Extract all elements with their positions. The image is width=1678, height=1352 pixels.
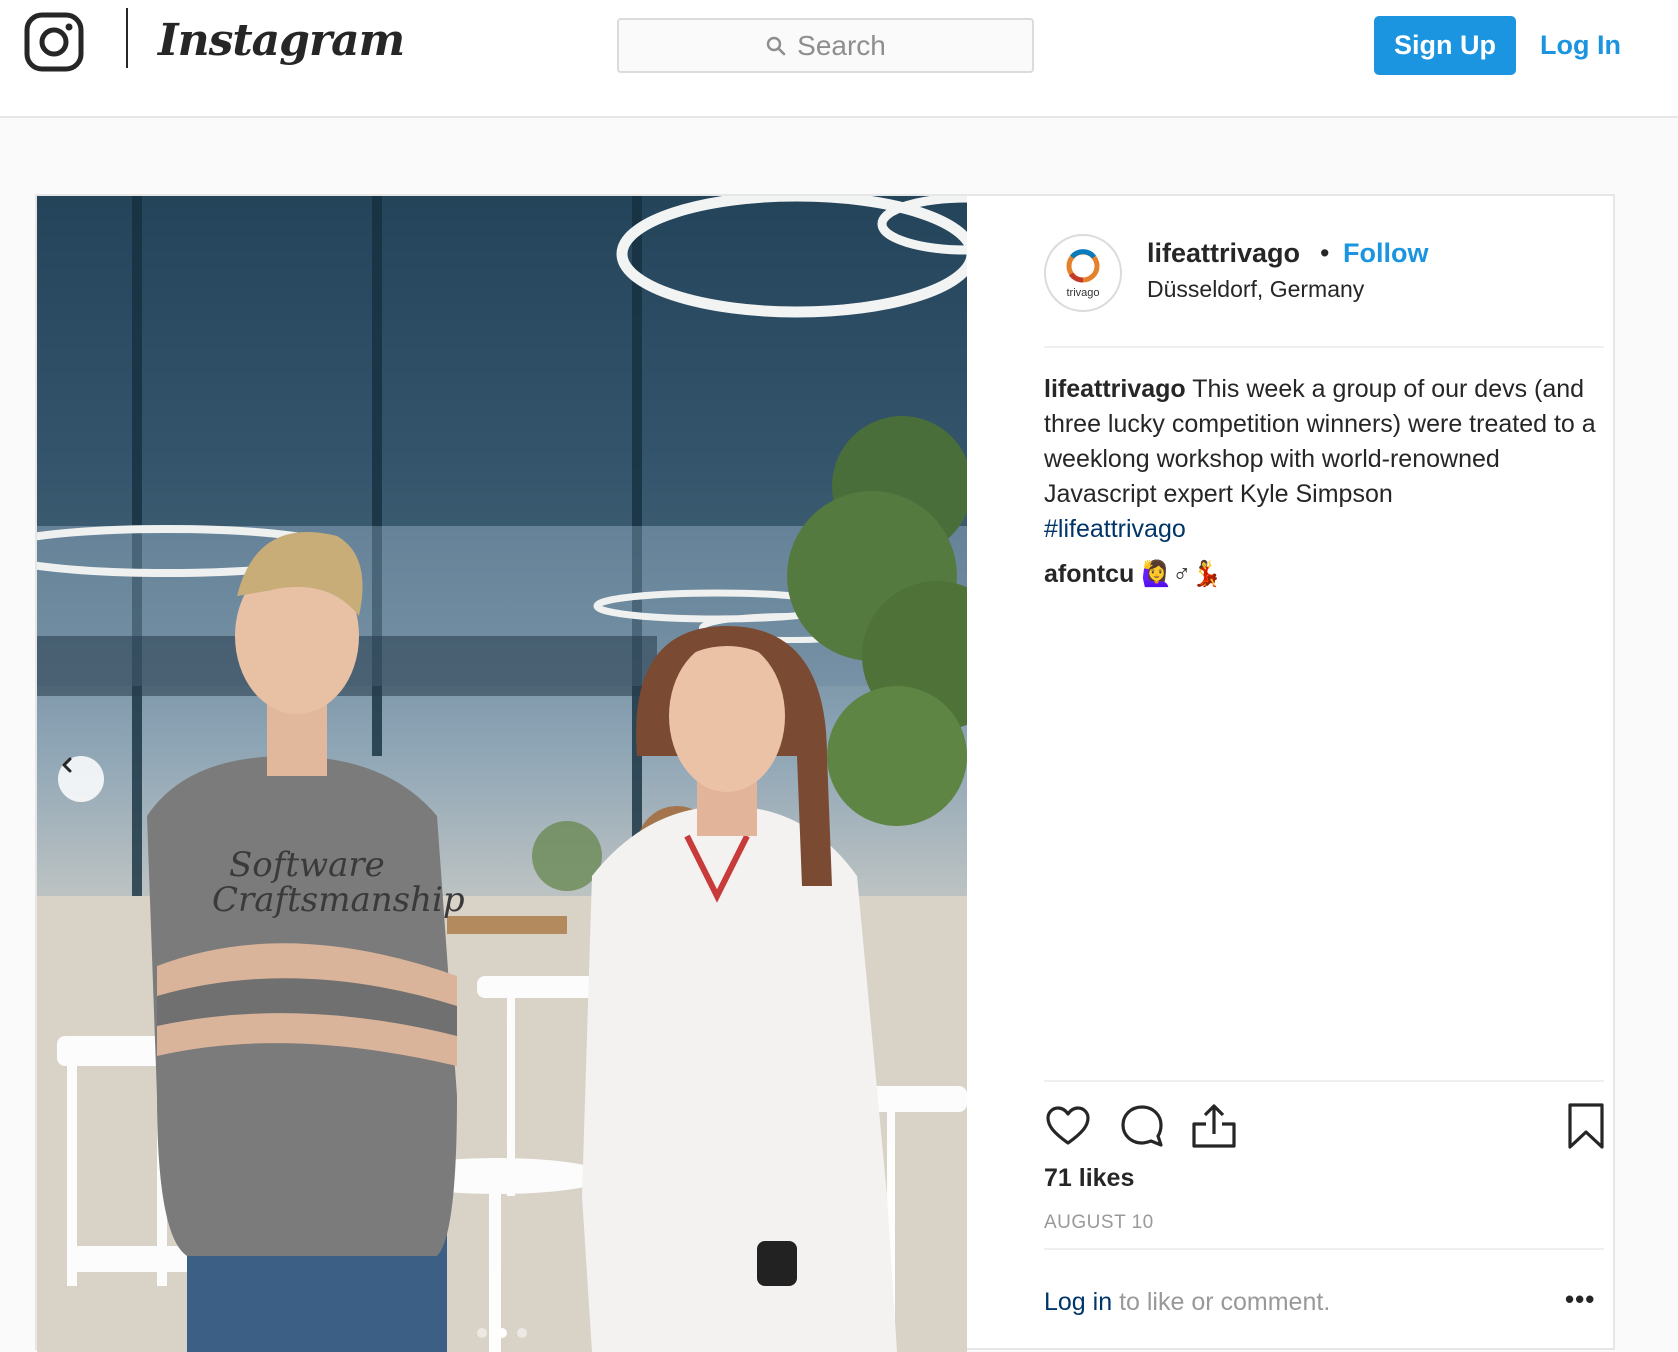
comment-username[interactable]: afontcu bbox=[1044, 560, 1134, 588]
account-username[interactable]: lifeattrivago bbox=[1147, 238, 1300, 269]
post-photo[interactable]: Software Craftsmanship bbox=[37, 196, 967, 1352]
trivago-logo-icon: trivago bbox=[1066, 249, 1100, 299]
post-location[interactable]: Düsseldorf, Germany bbox=[1147, 276, 1364, 303]
svg-text:Craftsmanship: Craftsmanship bbox=[212, 880, 465, 920]
divider bbox=[1044, 1080, 1604, 1082]
follow-button[interactable]: Follow bbox=[1343, 238, 1428, 269]
comment-text: 🙋‍♀️♂💃 bbox=[1141, 560, 1223, 588]
top-navigation-bar: Instagram Search Sign Up Log In bbox=[0, 0, 1678, 118]
log-in-link[interactable]: Log In bbox=[1540, 16, 1621, 75]
post-date[interactable]: AUGUST 10 bbox=[1044, 1212, 1154, 1234]
carousel-dot bbox=[517, 1328, 527, 1338]
svg-text:Software: Software bbox=[229, 845, 385, 885]
brand-divider bbox=[126, 8, 128, 68]
post-caption: lifeattrivago This week a group of our d… bbox=[1044, 372, 1604, 547]
svg-text:trivago: trivago bbox=[1066, 287, 1099, 299]
caption-username[interactable]: lifeattrivago bbox=[1044, 375, 1186, 403]
heart-icon[interactable] bbox=[1044, 1102, 1092, 1150]
post-action-bar bbox=[1044, 1102, 1604, 1152]
carousel-dot bbox=[477, 1328, 487, 1338]
carousel-indicator bbox=[37, 1328, 967, 1338]
more-options-button[interactable]: ••• bbox=[1565, 1284, 1595, 1315]
chevron-left-icon bbox=[62, 757, 72, 773]
instagram-wordmark[interactable]: Instagram bbox=[158, 6, 405, 76]
search-placeholder: Search bbox=[797, 29, 886, 61]
photo-illustration: Software Craftsmanship bbox=[37, 196, 967, 1352]
carousel-dot-active bbox=[497, 1328, 507, 1338]
search-icon bbox=[766, 36, 786, 55]
search-input[interactable]: Search bbox=[617, 18, 1034, 73]
divider bbox=[1044, 1248, 1604, 1250]
login-prompt-text: to like or comment. bbox=[1119, 1288, 1331, 1316]
share-icon[interactable] bbox=[1190, 1102, 1238, 1150]
instagram-camera-icon[interactable] bbox=[24, 12, 84, 72]
login-prompt: Log in to like or comment. bbox=[1044, 1288, 1330, 1317]
post-card: Software Craftsmanship trivago lifeattri… bbox=[35, 194, 1617, 1352]
comment-icon[interactable] bbox=[1118, 1102, 1166, 1150]
bookmark-icon[interactable] bbox=[1566, 1102, 1606, 1150]
account-avatar[interactable]: trivago bbox=[1044, 234, 1122, 312]
caption-hashtag[interactable]: #lifeattrivago bbox=[1044, 515, 1186, 543]
post-side-panel: trivago lifeattrivago • Follow Düsseldor… bbox=[967, 196, 1617, 1352]
log-in-link-inline[interactable]: Log in bbox=[1044, 1288, 1112, 1316]
separator-dot: • bbox=[1320, 238, 1330, 268]
likes-count[interactable]: 71 likes bbox=[1044, 1164, 1134, 1193]
divider bbox=[1044, 346, 1604, 348]
sign-up-button[interactable]: Sign Up bbox=[1374, 16, 1516, 75]
comment-item: afontcu 🙋‍♀️♂💃 bbox=[1044, 560, 1222, 589]
carousel-prev-button[interactable] bbox=[58, 756, 104, 802]
